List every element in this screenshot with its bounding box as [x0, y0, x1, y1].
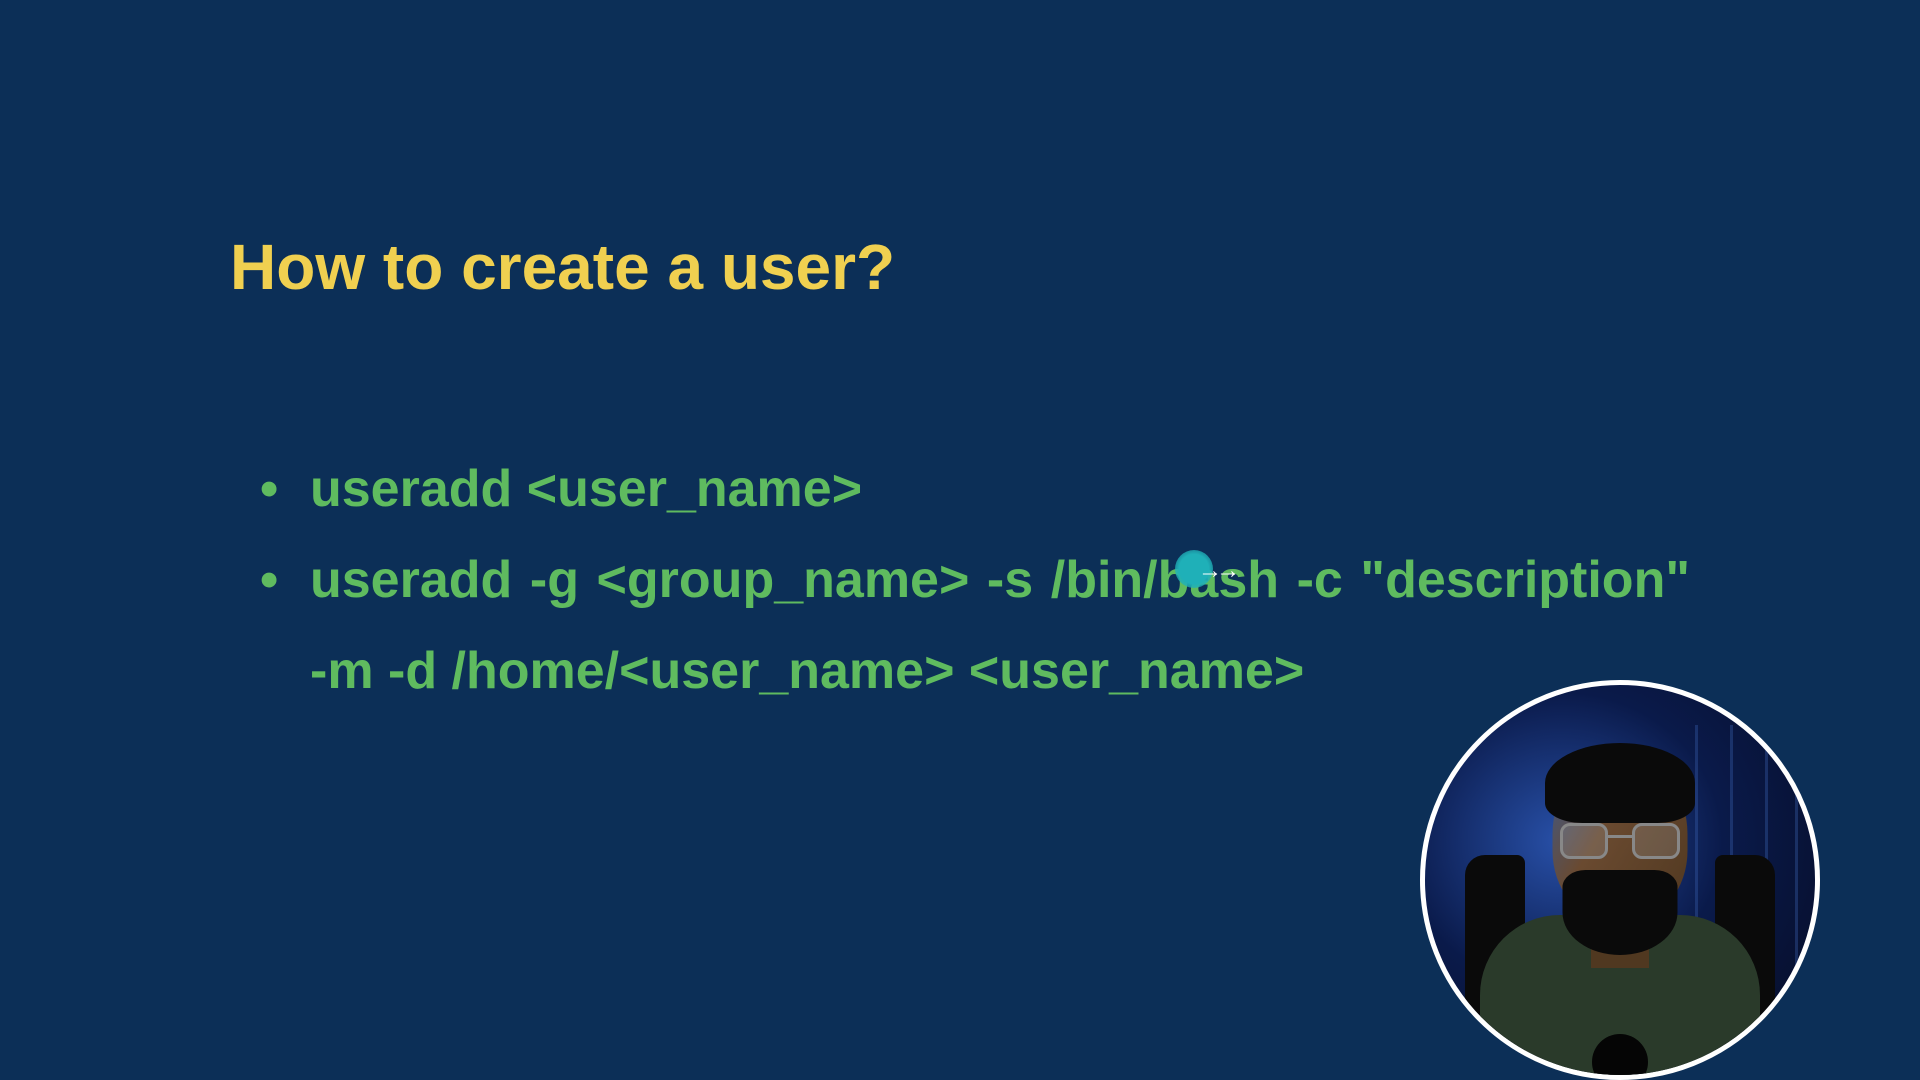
presenter-webcam	[1420, 680, 1820, 1080]
webcam-scene	[1425, 685, 1815, 1075]
cursor-arrows-icon: →→	[1198, 557, 1234, 585]
bullet-item: useradd <user_name>	[260, 444, 1690, 535]
bullet-list: useradd <user_name> useradd -g <group_na…	[230, 444, 1690, 717]
presenter-figure	[1480, 715, 1760, 1075]
slide-title: How to create a user?	[230, 230, 1690, 304]
slide-content: How to create a user? useradd <user_name…	[0, 0, 1920, 717]
